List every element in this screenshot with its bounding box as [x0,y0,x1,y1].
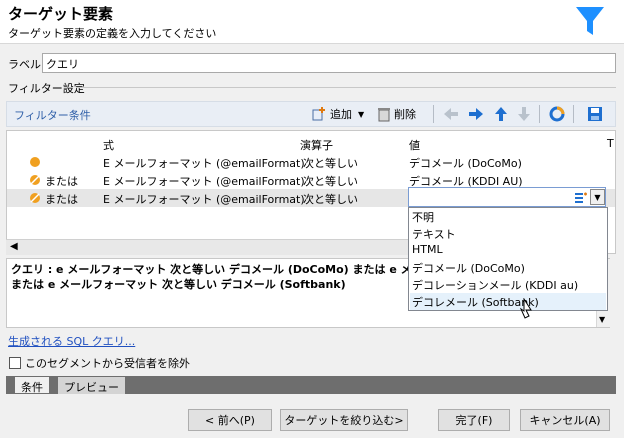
generated-sql-link[interactable]: 生成される SQL クエリ... [8,333,135,349]
column-header-value: 値 [409,139,420,152]
save-icon[interactable] [587,106,603,122]
column-header-operator: 演算子 [300,139,333,152]
condition-bullet-icon [30,157,40,167]
toolbar-separator [433,105,434,123]
mouse-cursor-icon [520,298,532,319]
delete-icon [378,108,390,122]
dropdown-option-hovered[interactable]: デコレメール (Softbank) [410,293,606,310]
or-condition-icon [30,175,40,185]
dropdown-option[interactable]: テキスト [410,225,606,242]
cancel-button[interactable]: キャンセル(A) [520,409,610,431]
tab-preview[interactable]: プレビュー [58,377,125,394]
column-header-type: T [607,137,614,150]
tab-conditions[interactable]: 条件 [14,377,50,394]
page-subtitle: ターゲット要素の定義を入力してください [8,27,217,40]
value-combo[interactable]: ▼ [408,187,606,207]
edit-list-icon[interactable] [575,192,587,203]
label-field-label: ラベル: [8,58,45,71]
grid-header-row: 式 演算子 値 T [7,135,615,153]
delete-label: 削除 [394,108,416,121]
row-operator: 次と等しい [303,175,358,188]
divider [76,87,616,88]
dropdown-option[interactable]: HTML [410,242,606,259]
page-title: ターゲット要素 [8,5,114,23]
horizontal-scrollbar[interactable]: ◀ [6,239,408,255]
arrow-left-icon[interactable] [443,107,459,121]
add-label: 追加 [330,108,352,121]
row-operator: 次と等しい [303,157,358,170]
back-button[interactable]: < 前へ(P) [188,409,272,431]
dropdown-option[interactable]: デコレーションメール (KDDI au) [410,276,606,293]
finish-button[interactable]: 完了(F) [438,409,510,431]
filter-toolbar: フィルター条件 追加 ▼ 削除 [6,101,616,127]
dropdown-option[interactable]: デコメール (DoCoMo) [410,259,606,276]
funnel-icon [576,7,604,35]
scroll-left-icon[interactable]: ◀ [10,241,18,252]
column-header-expression: 式 [103,139,114,152]
add-dropdown-arrow-icon[interactable]: ▼ [358,110,364,119]
toolbar-separator [539,105,540,123]
chart-icon[interactable] [549,106,565,122]
exclude-recipients-checkbox[interactable] [9,357,21,369]
add-button[interactable]: 追加 ▼ [311,105,364,123]
row-prefix: または [45,175,78,188]
narrow-target-button[interactable]: ターゲットを絞り込む> [280,409,408,431]
table-row[interactable]: E メールフォーマット (@emailFormat) 次と等しい デコメール (… [7,153,615,171]
row-expression: E メールフォーマット (@emailFormat) [103,157,305,170]
exclude-recipients-label: このセグメントから受信者を除外 [25,357,190,370]
arrow-up-icon[interactable] [494,106,508,122]
row-expression: E メールフォーマット (@emailFormat) [103,193,305,206]
toolbar-separator [573,105,574,123]
scroll-down-icon[interactable]: ▼ [599,315,605,324]
row-prefix: または [45,193,78,206]
dropdown-option[interactable]: 不明 [410,208,606,225]
row-value: デコメール (DoCoMo) [409,157,522,170]
filter-settings-legend: フィルター設定 [8,82,85,95]
value-dropdown-list: 不明 テキスト HTML デコメール (DoCoMo) デコレーションメール (… [408,207,608,311]
row-operator: 次と等しい [303,193,358,206]
header: ターゲット要素 ターゲット要素の定義を入力してください [0,0,624,44]
tab-bar: 条件 プレビュー [6,376,616,394]
or-condition-icon [30,193,40,203]
arrow-down-icon[interactable] [517,106,531,122]
filter-conditions-label: フィルター条件 [14,109,91,122]
row-expression: E メールフォーマット (@emailFormat) [103,175,305,188]
chevron-down-icon[interactable]: ▼ [590,189,605,205]
arrow-right-icon[interactable] [468,107,484,121]
delete-button[interactable]: 削除 [377,105,416,123]
add-icon [312,107,325,121]
label-input[interactable]: クエリ [42,53,616,73]
